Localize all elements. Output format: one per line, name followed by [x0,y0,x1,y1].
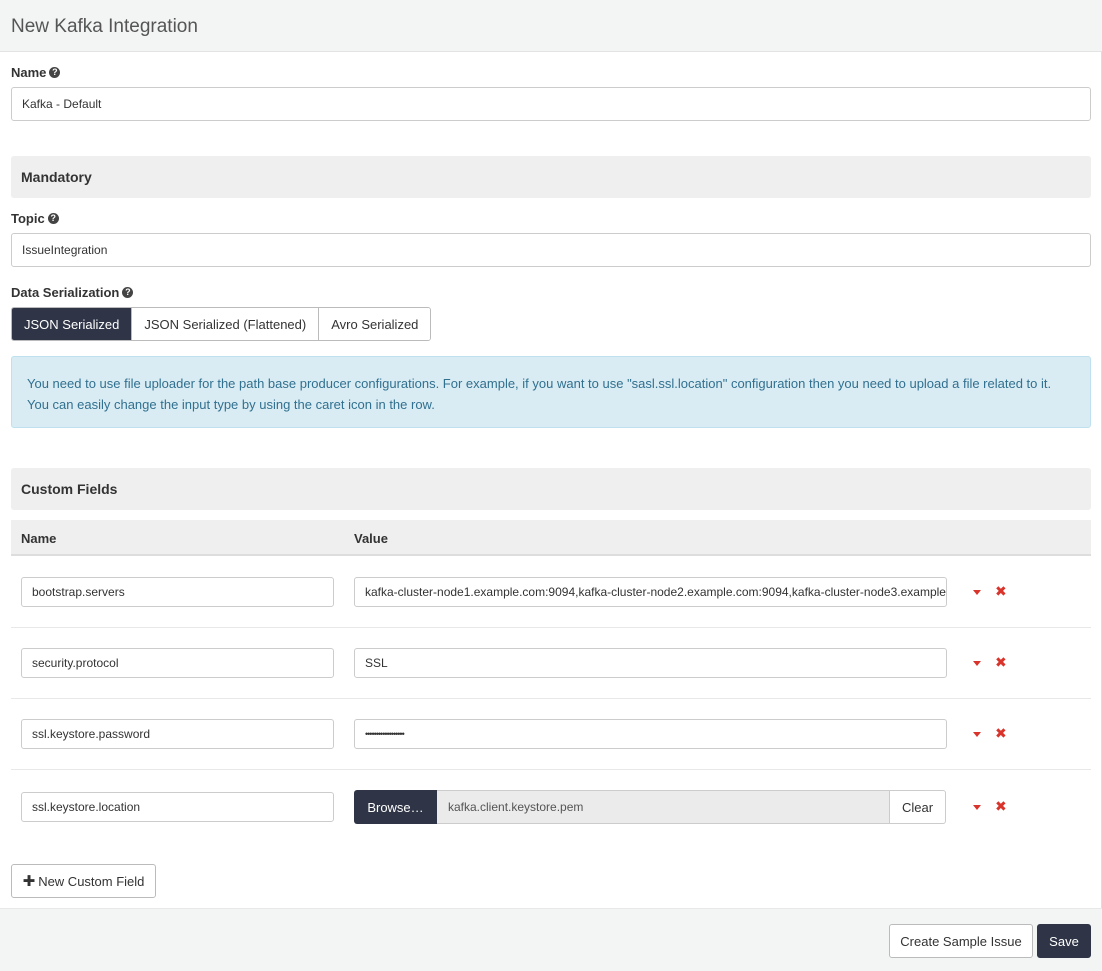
custom-field-name-input[interactable]: ssl.keystore.password [21,719,334,749]
topic-label-group: Topic ? [11,211,59,226]
caret-down-icon[interactable] [973,590,981,595]
times-icon[interactable]: ✖ [995,798,1007,815]
serialization-label: Data Serialization [11,285,120,300]
custom-field-name-value: ssl.keystore.location [32,800,141,814]
name-label-group: Name ? [11,65,61,80]
custom-field-name-value: bootstrap.servers [32,585,125,599]
custom-field-value-input[interactable]: kafka-cluster-node1.example.com:9094,kaf… [354,577,947,607]
question-circle-icon[interactable]: ? [47,213,59,224]
custom-field-value-text: SSL [365,656,388,670]
topic-input-value: IssueIntegration [22,243,108,257]
clear-file-button[interactable]: Clear [890,790,946,824]
info-alert-line1: You need to use file uploader for the pa… [27,376,1052,391]
row-divider [11,698,1091,699]
column-header-value: Value [354,531,388,546]
plus-icon: ✚ [22,873,36,890]
times-icon[interactable]: ✖ [995,583,1007,600]
caret-down-icon[interactable] [973,732,981,737]
mandatory-heading: Mandatory [21,169,92,185]
custom-field-name-input[interactable]: bootstrap.servers [21,577,334,607]
topic-input[interactable]: IssueIntegration [11,233,1091,267]
new-custom-field-label: New Custom Field [38,873,145,889]
caret-down-icon[interactable] [973,661,981,666]
times-icon[interactable]: ✖ [995,654,1007,671]
serialization-toggle-group: JSON Serialized JSON Serialized (Flatten… [11,307,432,341]
custom-field-name-input[interactable]: ssl.keystore.location [21,792,334,822]
serialization-option-json-flattened[interactable]: JSON Serialized (Flattened) [132,308,320,340]
row-divider [11,769,1091,770]
save-button[interactable]: Save [1037,924,1091,958]
file-name-text: kafka.client.keystore.pem [448,800,584,814]
custom-field-name-value: security.protocol [32,656,119,670]
kafka-integration-form: New Kafka Integration Name ? Kafka - Def… [0,0,1102,971]
topic-label: Topic [11,211,45,226]
custom-field-value-text: •••••••••••••••••• [365,729,405,739]
name-input-value: Kafka - Default [22,97,102,111]
custom-field-value-input[interactable]: SSL [354,648,947,678]
page-title: New Kafka Integration [11,16,198,37]
custom-fields-section-header: Custom Fields [11,468,1091,510]
times-icon[interactable]: ✖ [995,725,1007,742]
info-alert: You need to use file uploader for the pa… [11,356,1091,428]
form-footer: Create Sample Issue Save [0,908,1102,971]
question-circle-icon[interactable]: ? [122,287,134,298]
new-custom-field-button[interactable]: ✚ New Custom Field [11,864,156,898]
custom-fields-heading: Custom Fields [21,481,118,497]
column-header-name: Name [21,531,57,546]
file-uploader: Browse… kafka.client.keystore.pem Clear [354,790,946,824]
create-sample-issue-button[interactable]: Create Sample Issue [889,924,1033,958]
serialization-option-json[interactable]: JSON Serialized [12,308,133,340]
mandatory-section-header: Mandatory [11,156,1091,198]
custom-field-name-value: ssl.keystore.password [32,727,151,741]
page-header: New Kafka Integration [0,0,1102,52]
custom-fields-table-header: Name Value [11,520,1091,556]
serialization-label-group: Data Serialization ? [11,285,134,300]
info-alert-line2: You can easily change the input type by … [27,397,435,412]
file-name-display: kafka.client.keystore.pem [437,790,890,824]
row-divider [11,627,1091,628]
custom-field-name-input[interactable]: security.protocol [21,648,334,678]
question-circle-icon[interactable]: ? [49,67,61,78]
name-label: Name [11,65,47,80]
browse-button[interactable]: Browse… [354,790,437,824]
custom-field-password-input[interactable]: •••••••••••••••••• [354,719,947,749]
caret-down-icon[interactable] [973,805,981,810]
serialization-option-avro[interactable]: Avro Serialized [319,308,431,340]
custom-field-value-text: kafka-cluster-node1.example.com:9094,kaf… [365,585,947,599]
name-input[interactable]: Kafka - Default [11,87,1091,121]
